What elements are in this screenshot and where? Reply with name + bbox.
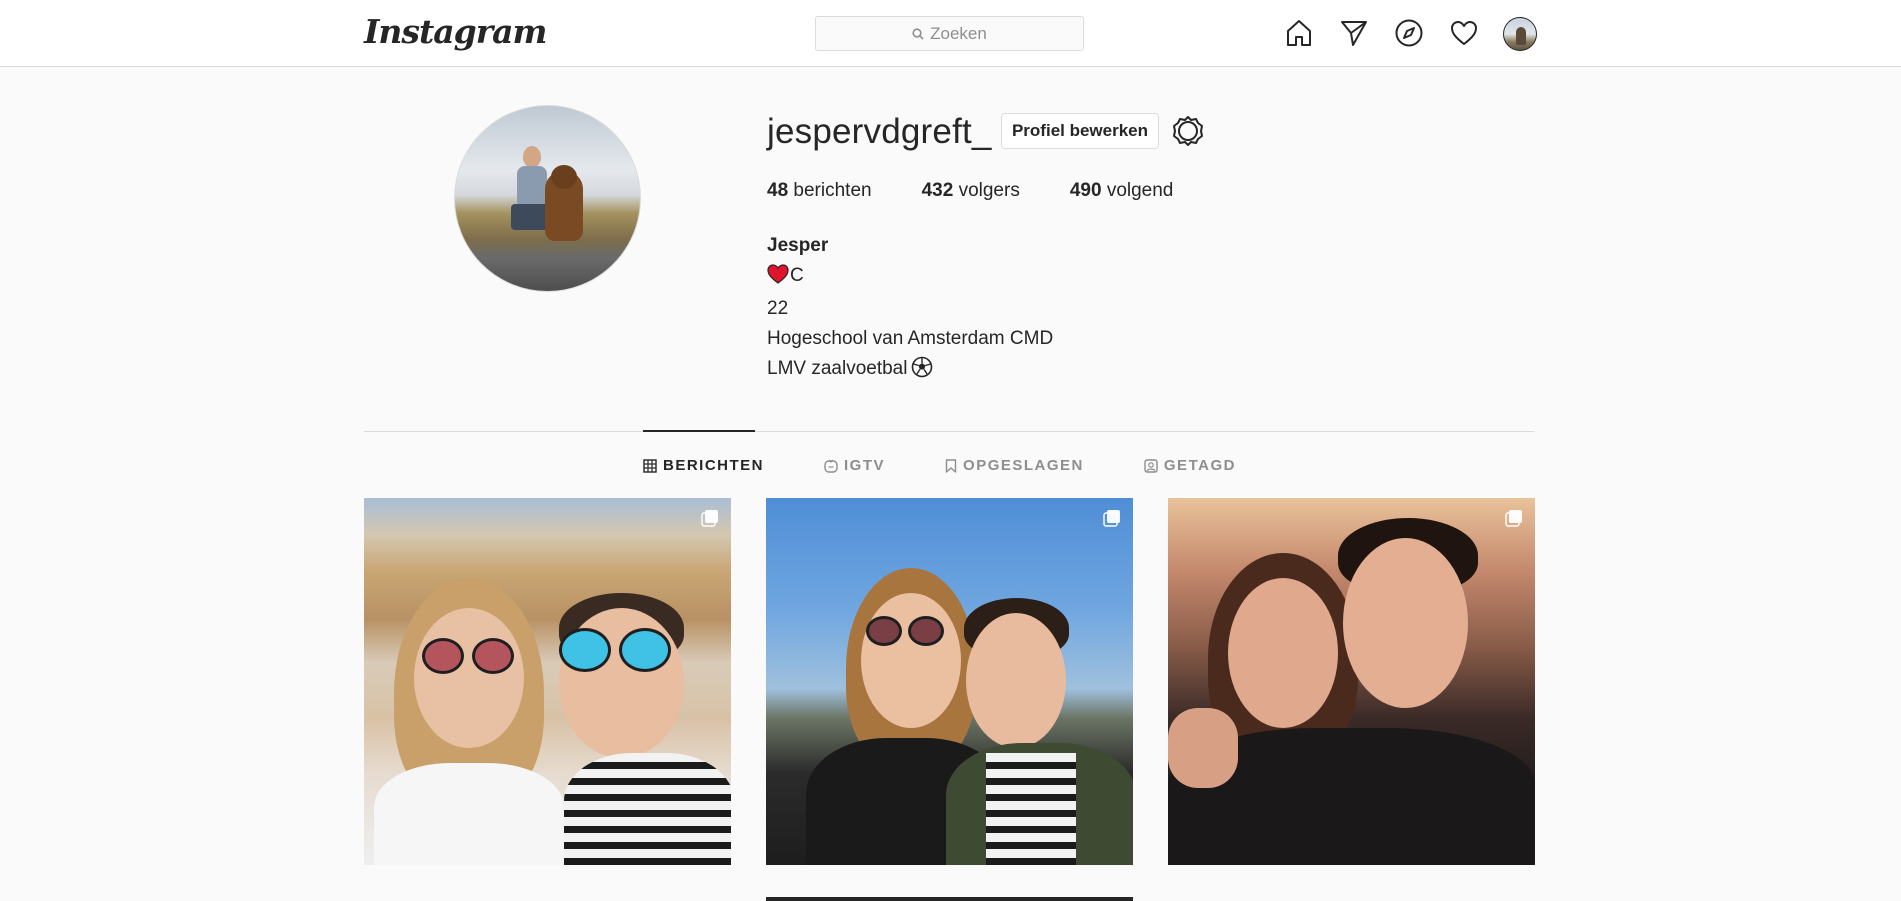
gear-icon: [1173, 116, 1203, 146]
bio-line: 22: [767, 298, 789, 319]
stat-posts[interactable]: 48 berichten: [767, 180, 872, 202]
search-icon: [912, 27, 924, 40]
profile-bio: Jesper C 22 Hogeschool van Amsterdam CMD…: [767, 231, 1053, 388]
home-button[interactable]: [1282, 16, 1316, 50]
next-row-post-peek[interactable]: [766, 897, 1133, 901]
explore-button[interactable]: [1392, 16, 1426, 50]
profile-tabs: BERICHTEN IGTV OPGESLAGEN GETAGD: [643, 457, 1296, 474]
soccer-ball-icon: [911, 356, 933, 388]
profile-username: jespervdgreft_: [767, 112, 992, 151]
tagged-icon: [1144, 458, 1158, 473]
search-placeholder: Zoeken: [930, 23, 987, 43]
profile-picture-person: [511, 146, 549, 236]
multiple-photos-icon: [1103, 510, 1120, 527]
search-input[interactable]: Zoeken: [815, 16, 1084, 51]
stat-followers[interactable]: 432 volgers: [922, 180, 1020, 202]
stat-following[interactable]: 490 volgend: [1070, 180, 1174, 202]
profile-picture-dog: [545, 165, 583, 241]
bio-line: C: [767, 261, 1053, 294]
igtv-icon: [824, 459, 838, 473]
red-heart-icon: [767, 264, 789, 294]
profile-picture[interactable]: [454, 105, 641, 292]
bio-name: Jesper: [767, 235, 829, 256]
active-tab-indicator: [643, 430, 755, 432]
grid-icon: [643, 458, 657, 473]
edit-profile-button[interactable]: Profiel bewerken: [1001, 113, 1159, 149]
multiple-photos-icon: [1505, 510, 1522, 527]
explore-icon: [1395, 19, 1423, 47]
post-thumbnail[interactable]: [766, 498, 1133, 865]
post-thumbnail[interactable]: [364, 498, 731, 865]
instagram-logo[interactable]: Instagram: [364, 12, 547, 51]
direct-icon: [1341, 21, 1367, 46]
home-icon: [1287, 20, 1311, 46]
tab-tagged[interactable]: GETAGD: [1144, 457, 1236, 474]
tab-saved[interactable]: OPGESLAGEN: [945, 457, 1084, 474]
direct-messages-button[interactable]: [1337, 16, 1371, 50]
activity-button[interactable]: [1447, 16, 1481, 50]
bookmark-icon: [945, 458, 957, 473]
bio-line: Hogeschool van Amsterdam CMD: [767, 328, 1054, 349]
nav-icon-group: [1282, 16, 1502, 50]
post-thumbnail[interactable]: [1168, 498, 1535, 865]
settings-button[interactable]: [1172, 115, 1204, 147]
multiple-photos-icon: [701, 510, 718, 527]
tabs-divider: [364, 431, 1534, 432]
profile-avatar[interactable]: [1503, 17, 1537, 51]
profile-stats: 48 berichten 432 volgers 490 volgend: [767, 180, 1223, 202]
tab-posts[interactable]: BERICHTEN: [643, 457, 764, 474]
top-navigation-bar: Instagram Zoeken: [0, 0, 1901, 67]
tab-igtv[interactable]: IGTV: [824, 457, 885, 474]
bio-line: LMV zaalvoetbal: [767, 354, 1053, 388]
activity-heart-icon: [1451, 21, 1477, 45]
